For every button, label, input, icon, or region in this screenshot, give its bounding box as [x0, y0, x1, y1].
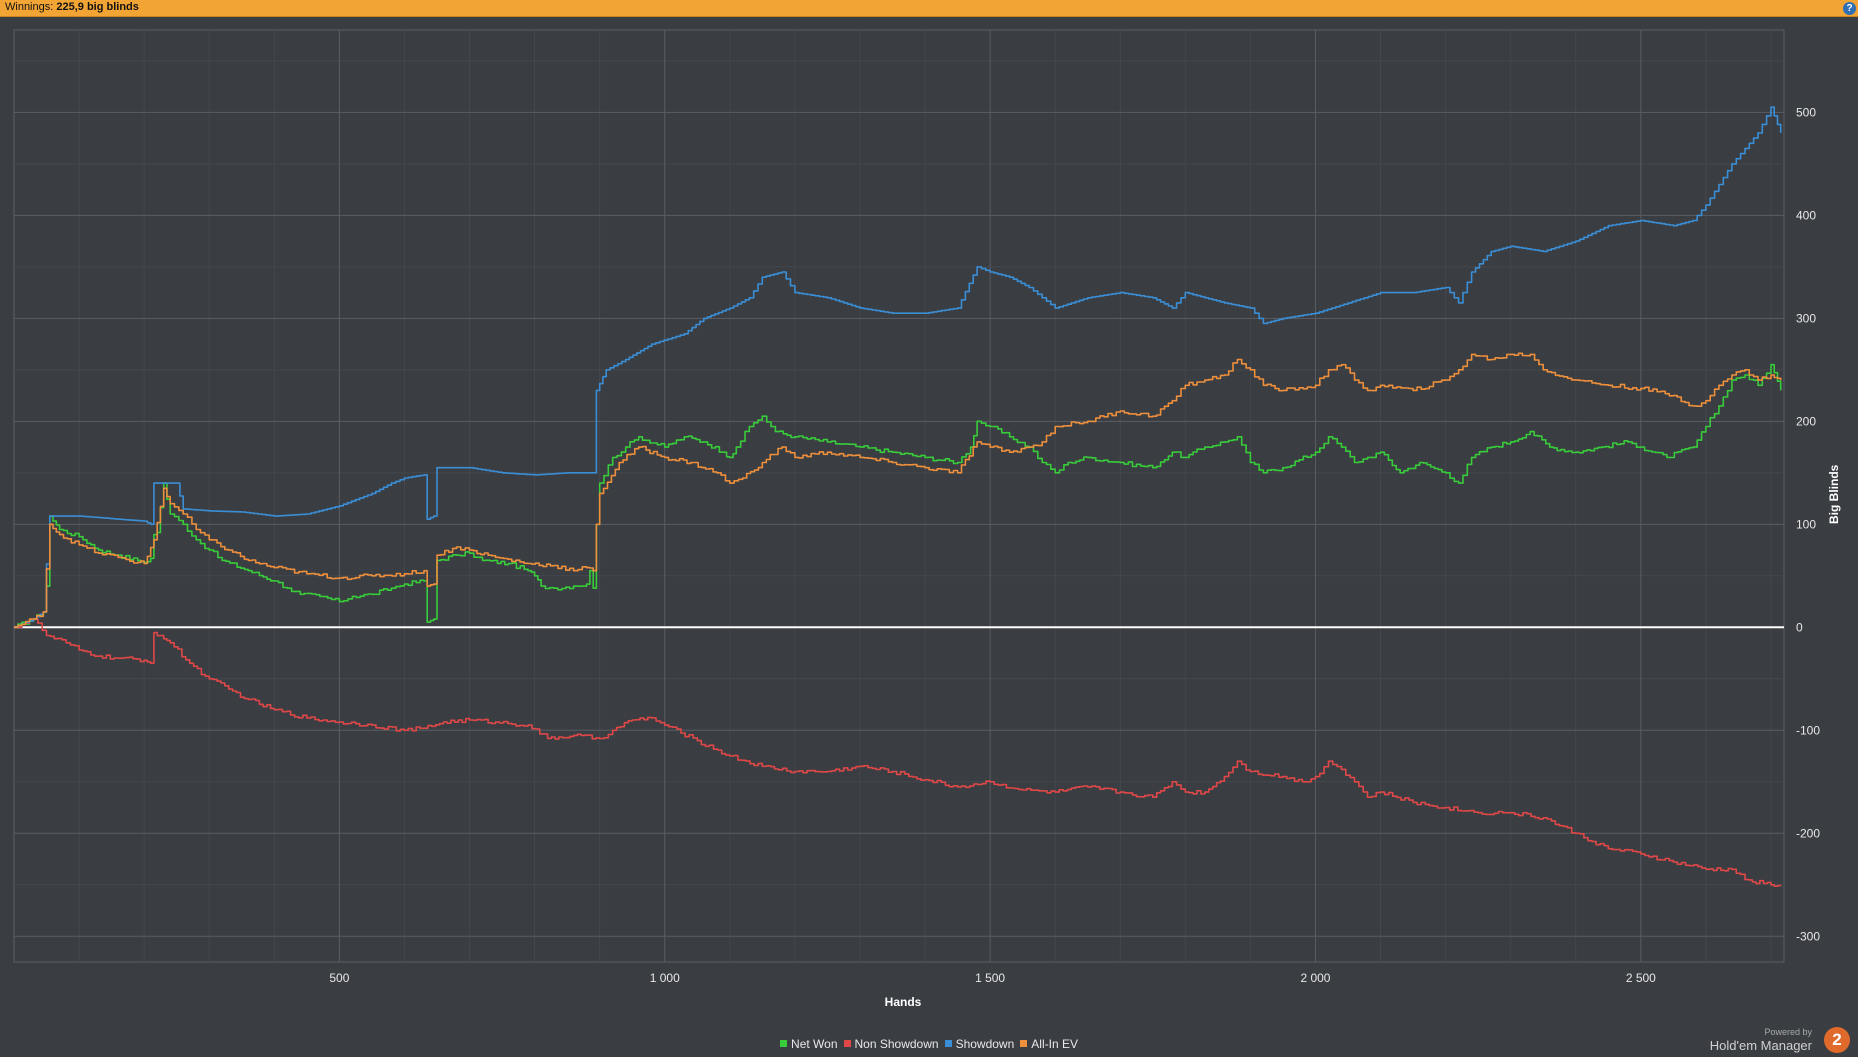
y-tick-label: -300 — [1796, 929, 1820, 943]
y-tick-label: 0 — [1796, 620, 1803, 634]
legend-swatch — [944, 1040, 952, 1047]
y-tick-label: -100 — [1796, 723, 1820, 737]
legend-item-non-showdown[interactable]: Non Showdown — [843, 1037, 939, 1051]
legend-swatch — [843, 1040, 851, 1047]
winnings-value: 225,9 big blinds — [56, 1, 139, 13]
product-name: Hold'em Manager — [1709, 1038, 1812, 1053]
x-axis-ticks: 500 1 000 1 500 2 000 2 500 — [329, 971, 1656, 985]
y-tick-label: 200 — [1796, 414, 1816, 428]
legend-item-all-in-ev[interactable]: All-In EV — [1020, 1037, 1078, 1051]
y-tick-label: 400 — [1796, 208, 1816, 222]
legend-label: Non Showdown — [854, 1037, 939, 1051]
title-bar: Winnings: 225,9 big blinds ? — [0, 0, 1858, 17]
y-tick-label: -200 — [1796, 826, 1820, 840]
legend: Net Won Non Showdown Showdown All-In EV — [0, 1037, 1858, 1051]
plot-area — [13, 29, 1785, 963]
question-icon[interactable]: ? — [1843, 2, 1856, 15]
legend-label: All-In EV — [1031, 1037, 1078, 1051]
x-tick-label: 2 500 — [1626, 971, 1656, 985]
y-axis-title: Big Blinds — [1827, 464, 1841, 524]
legend-item-showdown[interactable]: Showdown — [944, 1037, 1015, 1051]
hm2-logo-icon: 2 — [1824, 1027, 1850, 1053]
x-axis-title: Hands — [885, 995, 922, 1009]
y-tick-label: 500 — [1796, 105, 1816, 119]
x-tick-label: 1 000 — [650, 971, 680, 985]
powered-by-label: Powered by — [1764, 1027, 1812, 1037]
legend-swatch — [780, 1040, 788, 1047]
winnings-graph: 500 1 000 1 500 2 000 2 500 -300 -200 -100 0 100… — [13, 29, 1841, 1009]
branding: Powered by Hold'em Manager 2 — [1700, 1025, 1850, 1055]
winnings-label: Winnings: — [5, 1, 54, 13]
winnings-summary: Winnings: 225,9 big blinds — [5, 1, 139, 13]
y-tick-label: 100 — [1796, 517, 1816, 531]
legend-label: Net Won — [791, 1037, 838, 1051]
x-tick-label: 1 500 — [975, 971, 1005, 985]
x-tick-label: 2 000 — [1300, 971, 1330, 985]
legend-label: Showdown — [955, 1037, 1015, 1051]
x-tick-label: 500 — [329, 971, 349, 985]
y-tick-label: 300 — [1796, 311, 1816, 325]
legend-swatch — [1020, 1040, 1028, 1047]
legend-item-net-won[interactable]: Net Won — [780, 1037, 838, 1051]
y-axis-ticks: -300 -200 -100 0 100 200 300 400 500 — [1796, 105, 1820, 943]
